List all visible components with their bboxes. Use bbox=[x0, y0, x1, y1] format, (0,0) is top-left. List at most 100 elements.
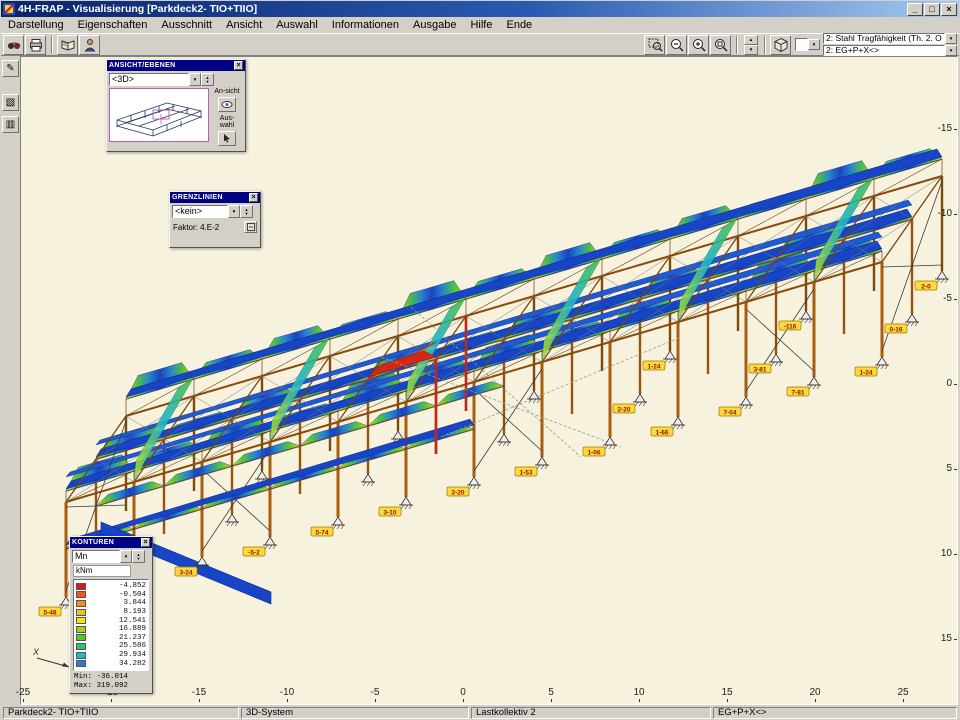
close-button[interactable]: × bbox=[941, 3, 957, 16]
report-button[interactable] bbox=[57, 35, 78, 55]
view-settings-button[interactable] bbox=[3, 35, 24, 55]
legend-color-swatch bbox=[76, 591, 86, 598]
menu-item-auswahl[interactable]: Auswahl bbox=[269, 18, 325, 32]
menu-item-ansicht[interactable]: Ansicht bbox=[219, 18, 269, 32]
panel-konturen-titlebar[interactable]: KONTUREN × bbox=[70, 537, 152, 548]
minimize-button[interactable]: _ bbox=[907, 3, 923, 16]
person-icon bbox=[82, 37, 98, 53]
status-loadcase: Lastkollektiv 2 bbox=[471, 707, 711, 719]
legend-color-swatch bbox=[76, 609, 86, 616]
legend-row: -4.852 bbox=[76, 582, 146, 591]
preview-structure-icon bbox=[111, 90, 207, 140]
zoom-out-button[interactable] bbox=[666, 35, 687, 55]
loadcase-combo-arrow[interactable]: ▼ bbox=[945, 45, 957, 56]
panel-konturen: KONTUREN × Mn ▼ ▲▼ kNm -4.852-0.5043.844… bbox=[69, 536, 153, 694]
legend-value: -0.504 bbox=[90, 591, 146, 599]
loadcase-combo[interactable]: 2: EG+P+X<> bbox=[823, 45, 945, 56]
legend-value: 21.237 bbox=[90, 634, 146, 642]
panel-konturen-close-button[interactable]: × bbox=[141, 538, 150, 547]
rotate-down-button[interactable]: ▼ bbox=[744, 45, 758, 55]
grenzlinien-select[interactable]: <kein> bbox=[172, 205, 228, 218]
zoom-all-button[interactable] bbox=[710, 35, 731, 55]
ansicht-button[interactable] bbox=[218, 97, 236, 112]
svg-text:0-16: 0-16 bbox=[889, 327, 902, 334]
kontur-min: Min: -36.014 bbox=[74, 673, 149, 682]
legend-row: 34.282 bbox=[76, 659, 146, 668]
legend-value: 8.193 bbox=[90, 608, 146, 616]
svg-text:2-0: 2-0 bbox=[921, 284, 931, 291]
iso-view-button[interactable] bbox=[770, 35, 791, 55]
structure-scene: 2-203-810-161-24-1162-05-480-803-24-5-25… bbox=[21, 57, 957, 704]
menu-item-informationen[interactable]: Informationen bbox=[325, 18, 406, 32]
auswahl-button[interactable] bbox=[218, 131, 236, 146]
zoom-window-button[interactable] bbox=[644, 35, 665, 55]
svg-text:-116: -116 bbox=[784, 324, 797, 331]
menu-item-ausgabe[interactable]: Ausgabe bbox=[406, 18, 463, 32]
cursor-icon bbox=[222, 133, 232, 143]
legend-color-swatch bbox=[76, 660, 86, 667]
spin-down-icon: ▼ bbox=[137, 557, 141, 561]
status-bar: Parkdeck2- TIO+TIIO 3D-System Lastkollek… bbox=[1, 706, 959, 720]
menu-item-eigenschaften[interactable]: Eigenschaften bbox=[71, 18, 155, 32]
menu-item-hilfe[interactable]: Hilfe bbox=[463, 18, 499, 32]
print-button[interactable] bbox=[25, 35, 46, 55]
rotate-up-button[interactable]: ▲ bbox=[744, 35, 758, 45]
panel-grenzlinien: GRENZLINIEN × <kein> ▼ ▲▼ Faktor: 4.E-2 bbox=[169, 191, 261, 248]
main-canvas[interactable]: 2-203-810-161-24-1162-05-480-803-24-5-25… bbox=[20, 56, 958, 705]
zoom-in-icon bbox=[691, 37, 707, 53]
menu-item-ende[interactable]: Ende bbox=[499, 18, 539, 32]
svg-text:5-48: 5-48 bbox=[43, 610, 56, 617]
view-select[interactable]: <3D> bbox=[109, 73, 189, 86]
spin-down-icon: ▼ bbox=[245, 212, 249, 216]
legend-row: 16.889 bbox=[76, 625, 146, 634]
kontur-spin-button[interactable]: ▲▼ bbox=[132, 550, 145, 563]
grenzlinien-select-arrow[interactable]: ▼ bbox=[228, 205, 240, 218]
status-system: 3D-System bbox=[241, 707, 469, 719]
cube-icon bbox=[773, 37, 789, 53]
panel-ansicht-close-button[interactable]: × bbox=[234, 61, 243, 70]
zoom-window-icon bbox=[647, 37, 663, 53]
result-combo[interactable]: 2: Stahl Tragfähigkeit (Th. 2. O bbox=[823, 33, 945, 44]
export-button[interactable] bbox=[79, 35, 100, 55]
grenzlinien-spin-button[interactable]: ▲▼ bbox=[240, 205, 253, 218]
kontur-select[interactable]: Mn bbox=[72, 550, 120, 563]
legend-value: 29.934 bbox=[90, 651, 146, 659]
view-preview-thumbnail[interactable] bbox=[109, 88, 209, 142]
view-direction-arrow[interactable]: ▼ bbox=[808, 39, 820, 50]
panel-grenzlinien-titlebar[interactable]: GRENZLINIEN × bbox=[170, 192, 260, 203]
layers-tool-button[interactable]: ▧ bbox=[2, 94, 19, 111]
panel-ansicht-title: ANSICHT/EBENEN bbox=[109, 62, 175, 69]
maximize-button[interactable]: □ bbox=[924, 3, 940, 16]
menu-item-ausschnitt[interactable]: Ausschnitt bbox=[154, 18, 219, 32]
view-spin-button[interactable]: ▲▼ bbox=[201, 73, 214, 86]
view-select-arrow[interactable]: ▼ bbox=[189, 73, 201, 86]
legend-value: 34.282 bbox=[90, 660, 146, 668]
menu-item-darstellung[interactable]: Darstellung bbox=[1, 18, 71, 32]
legend-color-swatch bbox=[76, 643, 86, 650]
panel-ansicht: ANSICHT/EBENEN × <3D> ▼ ▲▼ bbox=[106, 59, 246, 152]
result-combo-arrow[interactable]: ▼ bbox=[945, 33, 957, 44]
zoom-all-icon bbox=[713, 37, 729, 53]
edit-tool-button[interactable]: ✎ bbox=[2, 60, 19, 77]
legend-value: 16.889 bbox=[90, 625, 146, 633]
window-title: 4H-FRAP - Visualisierung [Parkdeck2- TIO… bbox=[18, 3, 904, 15]
panel-ansicht-titlebar[interactable]: ANSICHT/EBENEN × bbox=[107, 60, 245, 71]
view-direction-combo[interactable] bbox=[795, 38, 808, 51]
eye-icon bbox=[221, 100, 233, 109]
svg-text:2-20: 2-20 bbox=[451, 490, 464, 497]
svg-text:3-10: 3-10 bbox=[383, 510, 396, 517]
zoom-in-button[interactable] bbox=[688, 35, 709, 55]
faktor-label: Faktor: 4.E-2 bbox=[173, 223, 219, 232]
kontur-select-arrow[interactable]: ▼ bbox=[120, 550, 132, 563]
legend-row: 25.586 bbox=[76, 642, 146, 651]
panel-grenzlinien-close-button[interactable]: × bbox=[249, 193, 258, 202]
printer-icon bbox=[28, 37, 44, 53]
menu-bar: DarstellungEigenschaftenAusschnittAnsich… bbox=[1, 17, 959, 33]
legend-row: -0.504 bbox=[76, 591, 146, 600]
section-tool-button[interactable]: ▥ bbox=[2, 116, 19, 133]
faktor-settings-button[interactable] bbox=[244, 221, 257, 233]
status-combination: EG+P+X<> bbox=[713, 707, 957, 719]
svg-text:1-53: 1-53 bbox=[519, 470, 532, 477]
title-bar[interactable]: 4H-FRAP - Visualisierung [Parkdeck2- TIO… bbox=[1, 1, 959, 17]
main-toolbar: ▲ ▼ ▼ 2: Stahl Tragfähigkeit (Th. 2. O ▼… bbox=[1, 33, 959, 56]
